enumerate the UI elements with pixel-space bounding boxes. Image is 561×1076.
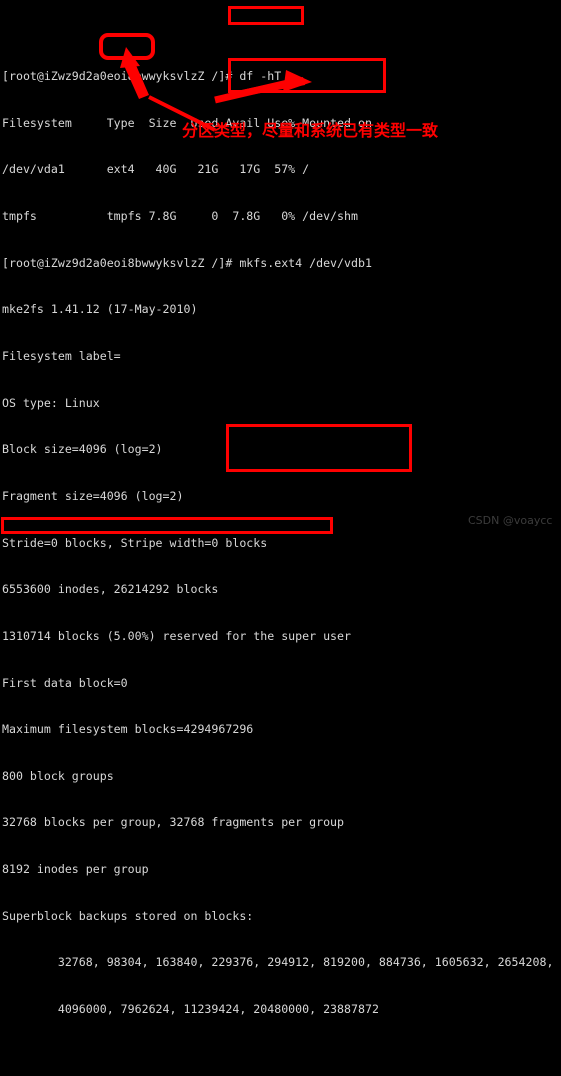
terminal-line: mke2fs 1.41.12 (17-May-2010)	[2, 302, 198, 317]
terminal-line: Superblock backups stored on blocks:	[2, 908, 254, 923]
terminal-line: First data block=0	[2, 675, 128, 690]
terminal-line: /dev/vda1 ext4 40G 21G 17G 57% /	[2, 162, 310, 177]
terminal-line: Filesystem Type Size Used Avail Use% Mou…	[2, 115, 372, 130]
terminal-line: 1310714 blocks (5.00%) reserved for the …	[2, 628, 352, 643]
terminal-line: Maximum filesystem blocks=4294967296	[2, 722, 254, 737]
terminal-line: 6553600 inodes, 26214292 blocks	[2, 582, 219, 597]
terminal-line: /dev/vdb1 1 268656 104857184+ 83 Linux	[2, 31, 561, 38]
terminal-line: OS type: Linux	[2, 395, 100, 410]
terminal-line: Filesystem label=	[2, 349, 121, 364]
terminal-line: Fragment size=4096 (log=2)	[2, 488, 184, 503]
terminal-line: Block size=4096 (log=2)	[2, 442, 163, 457]
terminal-line: 800 block groups	[2, 768, 114, 783]
terminal-line: tmpfs tmpfs 7.8G 0 7.8G 0% /dev/shm	[2, 209, 358, 224]
terminal-output[interactable]: /dev/vdb1 1 268656 104857184+ 83 Linux […	[0, 0, 561, 1016]
terminal-line: 4096000, 7962624, 11239424, 20480000, 23…	[2, 1002, 379, 1016]
terminal-line: 32768, 98304, 163840, 229376, 294912, 81…	[2, 955, 554, 970]
terminal-line: 8192 inodes per group	[2, 862, 149, 877]
terminal-line: [root@iZwz9d2a0eoi8bwwyksvlzZ /]# df -hT	[2, 69, 282, 84]
terminal-line: [root@iZwz9d2a0eoi8bwwyksvlzZ /]# mkfs.e…	[2, 255, 372, 270]
terminal-line: 32768 blocks per group, 32768 fragments …	[2, 815, 345, 830]
